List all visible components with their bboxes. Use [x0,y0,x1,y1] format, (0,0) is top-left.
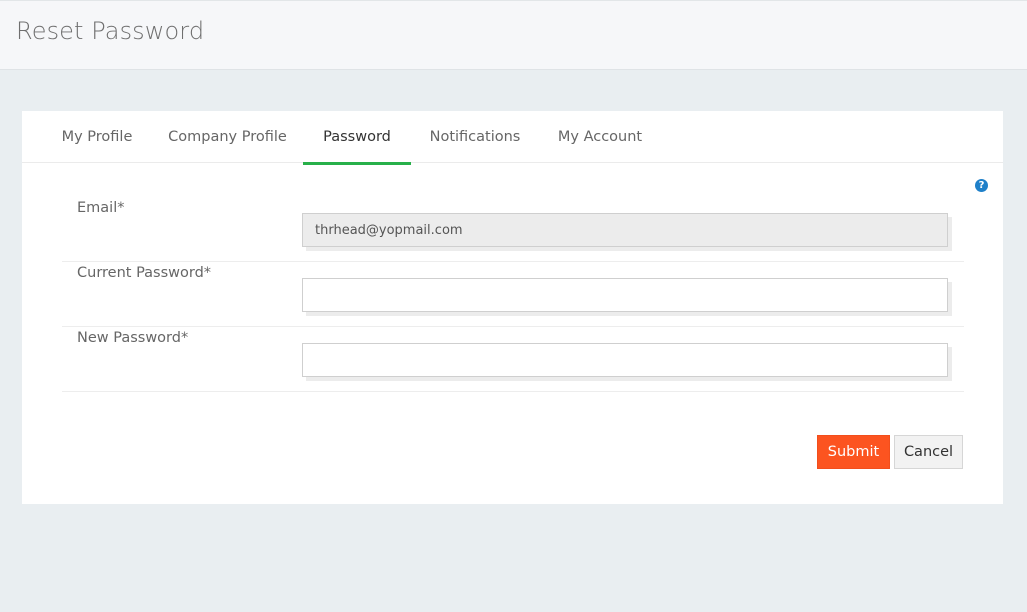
tab-my-account[interactable]: My Account [539,111,661,163]
tab-notifications[interactable]: Notifications [411,111,539,163]
current-password-field[interactable] [302,278,948,312]
cancel-button[interactable]: Cancel [894,435,963,469]
submit-button[interactable]: Submit [817,435,890,469]
help-icon[interactable]: ? [975,179,988,192]
settings-card: My Profile Company Profile Password Noti… [22,111,1003,504]
tab-my-profile[interactable]: My Profile [42,111,152,163]
tab-password[interactable]: Password [303,111,411,165]
tab-company-profile[interactable]: Company Profile [152,111,303,163]
page-title: Reset Password [16,17,205,45]
email-row: Email* [62,197,964,262]
page-header: Reset Password [0,0,1027,70]
email-label: Email* [77,200,125,216]
new-password-field[interactable] [302,343,948,377]
new-password-row: New Password* [62,327,964,392]
current-password-label: Current Password* [77,265,212,281]
new-password-label: New Password* [77,330,189,346]
email-field[interactable] [302,213,948,247]
current-password-row: Current Password* [62,262,964,327]
settings-tabs: My Profile Company Profile Password Noti… [22,111,1003,165]
